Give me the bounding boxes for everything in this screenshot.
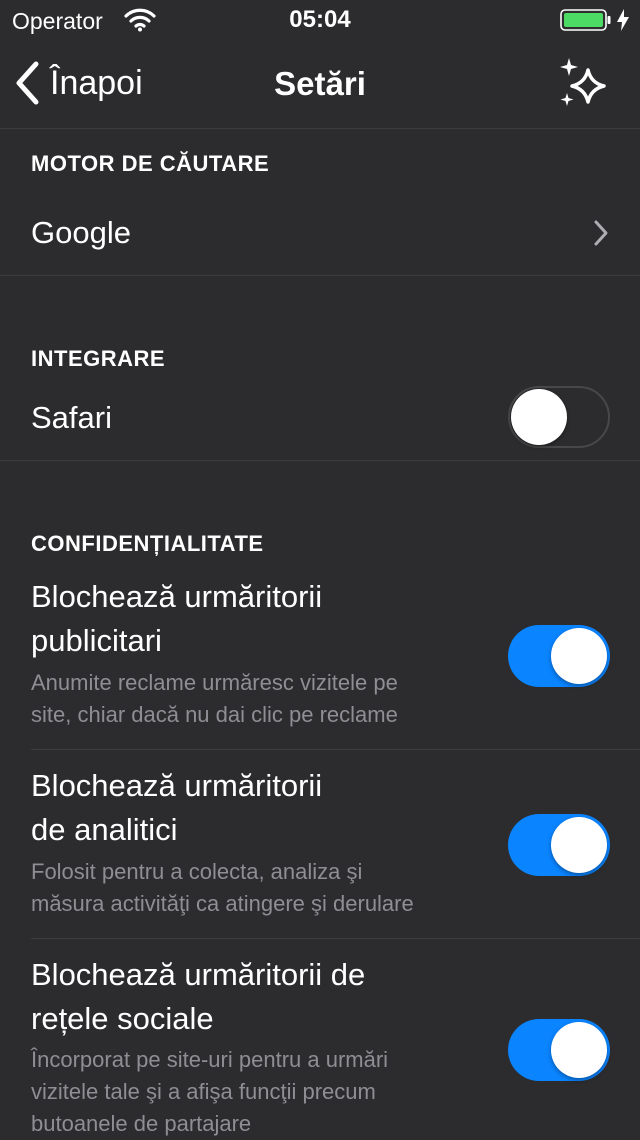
divider <box>31 938 640 939</box>
toggle-knob <box>551 817 607 873</box>
search-engine-value[interactable]: Google <box>31 214 131 252</box>
sparkle-button[interactable] <box>556 56 612 112</box>
battery-icon <box>560 9 611 31</box>
ad-trackers-description-line1: Anumite reclame urmăresc vizitele pe <box>31 670 398 695</box>
ad-trackers-toggle[interactable] <box>508 625 610 687</box>
section-header-search-engine: MOTOR DE CĂUTARE <box>31 151 270 176</box>
status-time: 05:04 <box>289 6 351 33</box>
social-trackers-title-line1: Blochează urmăritorii de <box>31 957 366 992</box>
battery-level-fill <box>564 13 603 27</box>
sparkles-icon <box>560 58 606 106</box>
toggle-knob <box>551 1022 607 1078</box>
analytics-trackers-description-line2: măsura activităţi ca atingere şi derular… <box>31 891 414 916</box>
divider <box>31 749 640 750</box>
analytics-trackers-title-line1: Blochează urmăritorii <box>31 768 323 803</box>
analytics-trackers-toggle[interactable] <box>508 814 610 876</box>
toggle-knob <box>551 628 607 684</box>
section-header-privacy: CONFIDENȚIALITATE <box>31 531 264 556</box>
chevron-right-icon <box>594 220 608 246</box>
analytics-trackers-description-line1: Folosit pentru a colecta, analiza şi <box>31 859 363 884</box>
social-trackers-description-line3: butoanele de partajare <box>31 1111 252 1136</box>
page-title: Setări <box>274 65 366 102</box>
ad-trackers-title-line1: Blochează urmăritorii <box>31 579 323 614</box>
social-trackers-title-line2: rețele sociale <box>31 1001 214 1036</box>
status-bar: Operator 05:04 <box>0 0 640 40</box>
analytics-trackers-title-line2: de analitici <box>31 812 178 847</box>
divider <box>0 460 640 461</box>
divider <box>0 275 640 276</box>
safari-label: Safari <box>31 400 112 435</box>
safari-toggle[interactable] <box>508 386 610 448</box>
social-trackers-description-line2: vizitele tale şi a afişa funcţii precum <box>31 1079 376 1104</box>
toggle-knob <box>511 389 567 445</box>
social-trackers-toggle[interactable] <box>508 1019 610 1081</box>
ad-trackers-title-line2: publicitari <box>31 623 162 658</box>
social-trackers-description-line1: Încorporat pe site-uri pentru a urmări <box>31 1047 389 1072</box>
section-header-integration: INTEGRARE <box>31 346 166 371</box>
charging-bolt-icon <box>617 9 629 31</box>
navigation-bar: Înapoi Setări <box>0 40 640 129</box>
ad-trackers-description-line2: site, chiar dacă nu dai clic pe reclame <box>31 702 398 727</box>
